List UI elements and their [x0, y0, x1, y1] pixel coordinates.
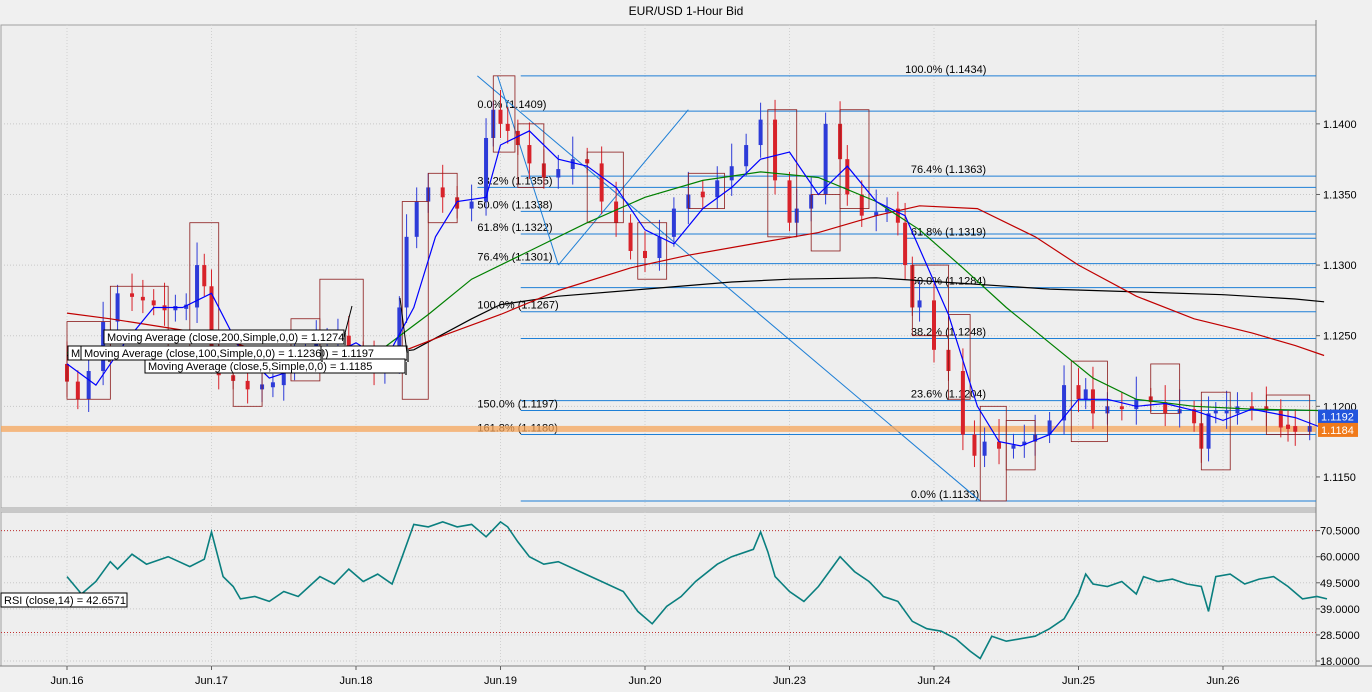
candle-body [903, 222, 908, 266]
candle-body [1213, 410, 1218, 414]
time-tick-label: Jun.16 [50, 675, 83, 687]
price-tick-label: 1.1350 [1323, 189, 1357, 201]
candle-body [1083, 389, 1088, 400]
rsi-tick-label: 70.5000 [1320, 526, 1360, 538]
time-tick-label: Jun.20 [628, 675, 661, 687]
candle-body [151, 300, 156, 306]
candle-body [932, 300, 936, 350]
candle-body [570, 159, 575, 170]
candle-body [1134, 399, 1139, 410]
candle-body [130, 293, 135, 297]
candle-body [729, 166, 734, 181]
candle-body [1224, 410, 1229, 414]
candle-body [86, 371, 91, 400]
fib-label: 61.8% (1.1322) [477, 222, 552, 234]
candle-body [997, 441, 1002, 449]
candle-body [614, 201, 619, 223]
candle-body [972, 434, 977, 456]
candle-body [671, 208, 676, 237]
candle-body [556, 169, 561, 178]
current-price-band [1, 425, 1316, 432]
candle-body [440, 187, 445, 198]
time-tick-label: Jun.24 [917, 675, 950, 687]
candle-body [1119, 406, 1124, 410]
rsi-tick-label: 18.0000 [1320, 656, 1360, 668]
candle-body [469, 201, 474, 209]
fib-label: 76.4% (1.1363) [911, 164, 986, 176]
price-chart: 1.11501.12001.12501.13001.13501.1400100.… [0, 20, 1372, 692]
time-tick-label: Jun.17 [195, 675, 228, 687]
candle-body [1293, 426, 1298, 432]
candle-body [270, 382, 275, 388]
ma-price-text: 1.1192 [1321, 412, 1354, 424]
price-tick-label: 1.1300 [1323, 260, 1357, 272]
price-tick-label: 1.1250 [1323, 331, 1357, 343]
rsi-tick-label: 28.5000 [1320, 630, 1360, 642]
legend-text: Moving Average (close,200,Simple,0,0) = … [107, 332, 344, 344]
candle-body [75, 381, 80, 400]
legend-text: Moving Average (close,100,Simple,0,0) = … [84, 348, 321, 360]
panel-separator [0, 508, 1316, 512]
candle-body [404, 236, 409, 308]
rsi-tick-label: 39.0000 [1320, 604, 1360, 616]
time-tick-label: Jun.19 [484, 675, 517, 687]
rsi-legend-text: RSI (close,14) = 42.6571 [4, 595, 126, 607]
candle-body [982, 441, 987, 456]
candle-body [628, 222, 633, 251]
fib-label: 150.0% (1.1197) [477, 399, 558, 411]
time-tick-label: Jun.23 [773, 675, 806, 687]
price-tick-label: 1.1150 [1323, 472, 1356, 484]
candle-body [1011, 445, 1016, 449]
rsi-panel [0, 511, 1317, 667]
current-price-text: 1.1184 [1321, 425, 1354, 437]
candle-body [414, 201, 419, 237]
candle-body [498, 109, 503, 124]
candle-body [1235, 406, 1240, 414]
legend-shadow [405, 362, 407, 375]
candle-body [917, 300, 922, 308]
candle-body [527, 145, 532, 164]
candle-body [140, 296, 145, 301]
candle-body [773, 119, 778, 181]
candle-body [173, 306, 178, 311]
candle-body [115, 293, 120, 322]
candle-body [744, 145, 749, 167]
candle-body [643, 250, 647, 259]
rsi-tick-label: 60.0000 [1320, 552, 1360, 564]
fib-label: 38.2% (1.1355) [477, 175, 552, 187]
candle-body [1278, 410, 1283, 428]
time-tick-label: Jun.18 [339, 675, 372, 687]
candle-body [960, 371, 965, 435]
candle-body [859, 194, 864, 216]
candle-body [700, 191, 705, 198]
legend-shadow [407, 349, 409, 362]
rsi-tick-label: 49.5000 [1320, 578, 1360, 590]
fib-label: 50.0% (1.1338) [477, 199, 552, 211]
candle-body [1286, 424, 1291, 429]
fib-label: 100.0% (1.1434) [905, 64, 986, 76]
candle-body [245, 380, 250, 390]
candle-body [758, 119, 763, 146]
candle-body [1076, 385, 1081, 400]
candle-body [1090, 389, 1095, 414]
candle-body [715, 180, 720, 198]
legend-text: Moving Average (close,5,Simple,0,0) = 1.… [148, 361, 372, 373]
candle-body [599, 163, 604, 202]
candle-body [657, 236, 662, 259]
candle-body [787, 180, 792, 223]
time-tick-label: Jun.25 [1062, 675, 1095, 687]
price-tick-label: 1.1400 [1323, 119, 1357, 131]
candle-body [823, 123, 828, 195]
candle-body [202, 265, 207, 287]
candle-body [1206, 413, 1211, 449]
time-tick-label: Jun.26 [1206, 675, 1239, 687]
candle-body [505, 123, 510, 131]
